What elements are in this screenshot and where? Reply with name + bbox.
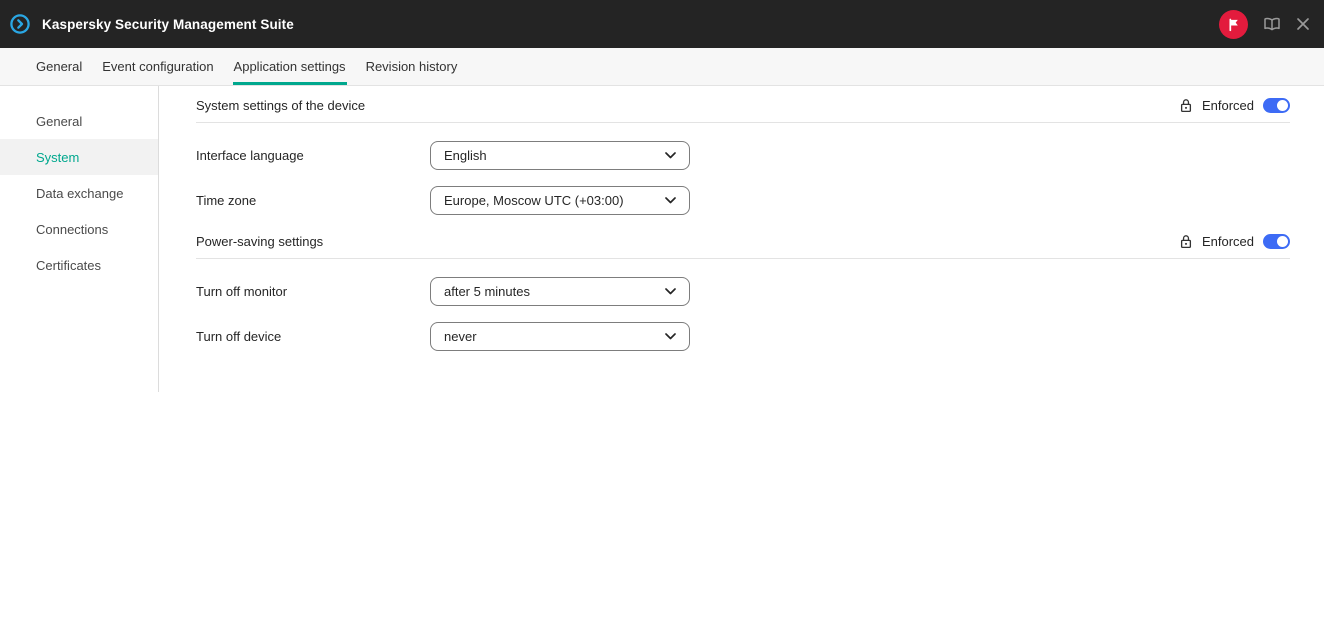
page-body: General System Data exchange Connections… [0, 86, 1324, 629]
chevron-down-icon [665, 333, 676, 340]
turn-off-monitor-dropdown[interactable]: after 5 minutes [430, 277, 690, 306]
setting-row-time-zone: Time zone Europe, Moscow UTC (+03:00) [196, 186, 1290, 215]
flag-icon [1226, 17, 1241, 32]
chevron-down-icon [665, 288, 676, 295]
enforced-toggle-power-saving[interactable] [1263, 234, 1290, 249]
toggle-knob [1277, 100, 1288, 111]
setting-label: Turn off device [196, 329, 430, 344]
enforced-label: Enforced [1202, 98, 1254, 113]
setting-row-turn-off-monitor: Turn off monitor after 5 minutes [196, 277, 1290, 306]
chevron-down-icon [665, 152, 676, 159]
dropdown-value: Europe, Moscow UTC (+03:00) [444, 193, 624, 208]
setting-label: Interface language [196, 148, 430, 163]
setting-row-turn-off-device: Turn off device never [196, 322, 1290, 351]
help-book-button[interactable] [1263, 16, 1281, 32]
tabbar: General Event configuration Application … [0, 48, 1324, 86]
lock-icon [1179, 234, 1193, 249]
section-header-power-saving: Power-saving settings Enforced [196, 234, 1290, 259]
setting-row-interface-language: Interface language English [196, 141, 1290, 170]
kaspersky-logo-icon [9, 13, 31, 35]
sidebar-item-general[interactable]: General [0, 103, 158, 139]
time-zone-dropdown[interactable]: Europe, Moscow UTC (+03:00) [430, 186, 690, 215]
dropdown-value: never [444, 329, 477, 344]
enforced-label: Enforced [1202, 234, 1254, 249]
sidebar-item-data-exchange[interactable]: Data exchange [0, 175, 158, 211]
tab-event-configuration[interactable]: Event configuration [101, 48, 214, 85]
enforced-toggle-system[interactable] [1263, 98, 1290, 113]
section-header-system-settings: System settings of the device Enforced [196, 98, 1290, 123]
sidebar-item-certificates[interactable]: Certificates [0, 247, 158, 283]
tab-application-settings[interactable]: Application settings [233, 48, 347, 85]
toggle-knob [1277, 236, 1288, 247]
dropdown-value: English [444, 148, 487, 163]
interface-language-dropdown[interactable]: English [430, 141, 690, 170]
app-title: Kaspersky Security Management Suite [42, 17, 294, 32]
settings-sidebar: General System Data exchange Connections… [0, 86, 159, 392]
setting-label: Turn off monitor [196, 284, 430, 299]
close-button[interactable] [1296, 17, 1310, 31]
section-title: Power-saving settings [196, 234, 323, 249]
turn-off-device-dropdown[interactable]: never [430, 322, 690, 351]
chevron-down-icon [665, 197, 676, 204]
titlebar: Kaspersky Security Management Suite [0, 0, 1324, 48]
sidebar-item-system[interactable]: System [0, 139, 158, 175]
section-title: System settings of the device [196, 98, 365, 113]
enforced-control: Enforced [1179, 234, 1290, 249]
sidebar-item-connections[interactable]: Connections [0, 211, 158, 247]
flag-button[interactable] [1219, 10, 1248, 39]
tab-revision-history[interactable]: Revision history [365, 48, 459, 85]
book-icon [1263, 16, 1281, 32]
enforced-control: Enforced [1179, 98, 1290, 113]
setting-label: Time zone [196, 193, 430, 208]
close-icon [1296, 17, 1310, 31]
dropdown-value: after 5 minutes [444, 284, 530, 299]
lock-icon [1179, 98, 1193, 113]
tab-general[interactable]: General [35, 48, 83, 85]
settings-content: System settings of the device Enforced I… [159, 86, 1324, 629]
